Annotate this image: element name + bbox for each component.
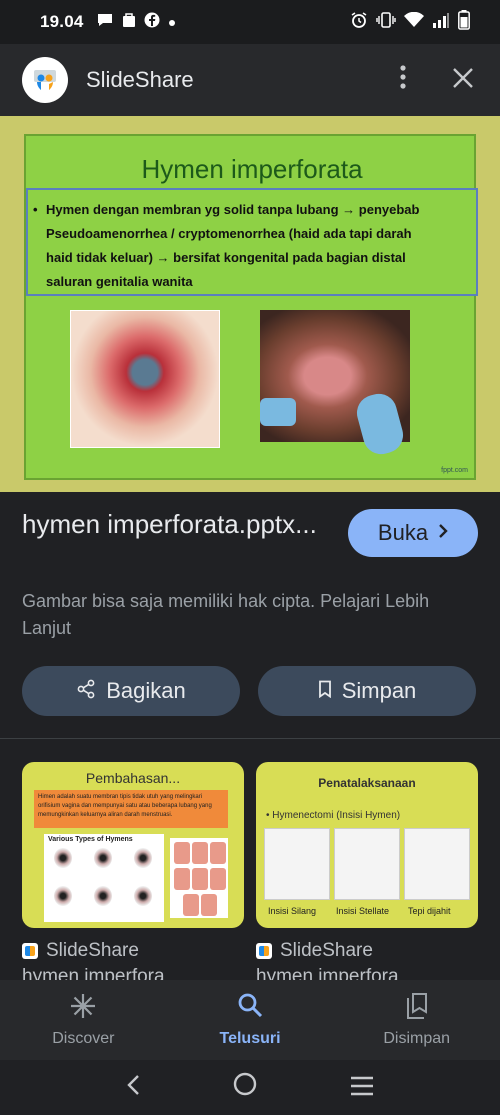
slide-title: Hymen imperforata	[141, 154, 363, 184]
related-slide-title: Penatalaksanaan	[318, 776, 416, 790]
search-icon	[237, 992, 263, 1022]
sketch-image	[264, 828, 330, 900]
diagram-figure	[54, 848, 72, 868]
vibrate-icon	[376, 11, 396, 34]
copyright-note[interactable]: Gambar bisa saja memiliki hak cipta. Pel…	[22, 588, 482, 642]
slide-bullet-line: saluran genitalia wanita	[46, 274, 193, 289]
close-icon[interactable]	[448, 63, 478, 97]
sketch-caption: Tepi dijahit	[408, 906, 451, 916]
save-button[interactable]: Simpan	[258, 666, 476, 716]
related-source-name: SlideShare	[280, 940, 373, 961]
more-vert-icon[interactable]	[388, 64, 418, 96]
slide-bullet-box: Hymen dengan membran yg solid tanpa luba…	[26, 188, 478, 296]
related-slide-text: Himen adalah suatu membran tipis tidak u…	[34, 790, 228, 828]
glove-shape	[260, 398, 296, 426]
clock: 19.04	[40, 12, 84, 31]
recents-icon[interactable]	[350, 1072, 374, 1103]
diagram-figure	[94, 848, 112, 868]
related-result-thumbnail[interactable]: Pembahasan... Himen adalah suatu membran…	[22, 762, 244, 928]
share-icon	[76, 679, 96, 704]
related-slide-bullet: • Hymenectomi (Insisi Hymen)	[266, 810, 401, 821]
nav-label: Discover	[52, 1030, 115, 1047]
related-source-name: SlideShare	[46, 940, 139, 961]
anatomy-photo-grid	[170, 838, 228, 918]
system-navigation	[0, 1060, 500, 1115]
diagram-title: Various Types of Hymens	[48, 836, 133, 843]
diagram-figure	[134, 848, 152, 868]
shop-bag-icon	[122, 12, 136, 33]
bottom-navigation: Discover Telusuri Disimpan	[0, 980, 500, 1060]
system-status-icons	[350, 9, 470, 35]
collections-icon	[404, 992, 430, 1022]
slide-preview-image[interactable]: Hymen imperforata Hymen dengan membran y…	[0, 116, 500, 492]
dot-icon	[168, 12, 176, 32]
sketch-caption: Insisi Silang	[268, 906, 317, 916]
app-title: SlideShare	[86, 67, 194, 92]
slide-illustration-image	[70, 310, 220, 448]
save-button-label: Simpan	[341, 678, 417, 703]
open-button-label: Buka	[377, 520, 429, 545]
asterisk-icon	[69, 992, 97, 1022]
nav-label: Disimpan	[383, 1030, 451, 1047]
app-bar: SlideShare	[0, 44, 500, 116]
chevron-right-icon	[438, 522, 448, 545]
slideshare-favicon-icon	[22, 943, 38, 959]
hymen-types-diagram: Various Types of Hymens	[44, 834, 164, 922]
slide-watermark: fppt.com	[441, 467, 468, 474]
back-icon[interactable]	[126, 1072, 140, 1103]
battery-icon	[458, 9, 470, 35]
status-bar: 19.04	[0, 0, 500, 44]
chat-bubble-icon	[96, 12, 114, 33]
divider	[0, 738, 500, 739]
diagram-figure	[134, 886, 152, 906]
bookmark-icon	[318, 680, 332, 703]
result-title: hymen imperforata.pptx...	[22, 509, 317, 539]
related-source[interactable]: SlideShare	[256, 940, 373, 962]
notification-icons	[96, 12, 176, 33]
slideshare-favicon-icon	[256, 943, 272, 959]
nav-saved[interactable]: Disimpan	[333, 980, 500, 1060]
alarm-icon	[350, 11, 368, 34]
nav-discover[interactable]: Discover	[0, 980, 167, 1060]
nav-label: Telusuri	[219, 1030, 281, 1047]
slideshare-logo-icon	[22, 57, 68, 103]
home-icon[interactable]	[233, 1072, 257, 1103]
slide-content: Hymen imperforata Hymen dengan membran y…	[24, 134, 478, 480]
slide-bullet-line: Hymen dengan membran yg solid tanpa luba…	[46, 202, 420, 217]
related-slide-bullet-text: Hymenectomi (Insisi Hymen)	[272, 810, 401, 821]
wifi-icon	[404, 11, 424, 33]
facebook-icon	[144, 12, 160, 33]
share-button-label: Bagikan	[106, 678, 186, 703]
related-slide-title: Pembahasan...	[85, 770, 181, 786]
diagram-figure	[54, 886, 72, 906]
share-button[interactable]: Bagikan	[22, 666, 240, 716]
related-source[interactable]: SlideShare	[22, 940, 139, 962]
signal-icon	[432, 12, 450, 33]
related-result-thumbnail[interactable]: Penatalaksanaan • Hymenectomi (Insisi Hy…	[256, 762, 478, 928]
slide-bullet-line: Pseudoamenorrhea / cryptomenorrhea (haid…	[46, 226, 412, 241]
sketch-caption: Insisi Stellate	[336, 906, 390, 916]
nav-search[interactable]: Telusuri	[167, 980, 334, 1060]
sketch-image	[404, 828, 470, 900]
open-button[interactable]: Buka	[348, 509, 478, 557]
sketch-image	[334, 828, 400, 900]
slide-bullet-line: haid tidak keluar) → bersifat kongenital…	[46, 250, 406, 265]
diagram-figure	[94, 886, 112, 906]
